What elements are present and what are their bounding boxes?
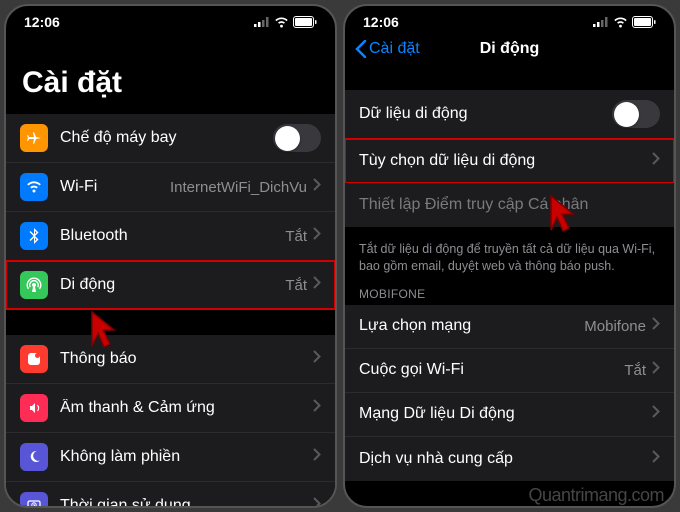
- wifi-label: Wi-Fi: [60, 178, 170, 196]
- chevron-icon: [313, 448, 321, 466]
- cellular-options-label: Tùy chọn dữ liệu di động: [359, 152, 652, 170]
- chevron-icon: [652, 317, 660, 335]
- notifications-icon: [20, 345, 48, 373]
- chevron-icon: [313, 227, 321, 245]
- chevron-icon: [313, 276, 321, 294]
- row-carrier-services[interactable]: Dịch vụ nhà cung cấp: [345, 437, 674, 481]
- back-label: Cài đặt: [369, 40, 420, 58]
- sound-icon: [20, 394, 48, 422]
- wifi-value: InternetWiFi_DichVu: [170, 179, 307, 196]
- settings-group-general: Thông báo Âm thanh & Cảm ứng Không làm p…: [6, 335, 335, 508]
- chevron-icon: [313, 178, 321, 196]
- carrier-value: Mobifone: [584, 318, 646, 335]
- airplane-icon: [20, 124, 48, 152]
- chevron-icon: [652, 361, 660, 379]
- dnd-icon: [20, 443, 48, 471]
- airplane-toggle[interactable]: [273, 124, 321, 152]
- cellular-icon: [20, 271, 48, 299]
- bluetooth-value: Tắt: [285, 228, 307, 245]
- status-bar: 12:06: [6, 6, 335, 34]
- cellular-label: Di động: [60, 276, 285, 294]
- row-wifi[interactable]: Wi-Fi InternetWiFi_DichVu: [6, 163, 335, 212]
- carrier-label: Lựa chọn mạng: [359, 317, 584, 335]
- wifi-icon: [274, 17, 289, 28]
- chevron-icon: [313, 350, 321, 368]
- phone-right: 12:06 Cài đặt Di động Dữ liệu di động Tù…: [343, 4, 676, 508]
- sound-label: Âm thanh & Cảm ứng: [60, 399, 313, 417]
- row-dnd[interactable]: Không làm phiền: [6, 433, 335, 482]
- row-carrier[interactable]: Lựa chọn mạng Mobifone: [345, 305, 674, 349]
- row-cellular-options[interactable]: Tùy chọn dữ liệu di động: [345, 139, 674, 183]
- bluetooth-label: Bluetooth: [60, 227, 285, 245]
- cellular-group-main: Dữ liệu di động Tùy chọn dữ liệu di động…: [345, 90, 674, 227]
- row-cellular-data[interactable]: Dữ liệu di động: [345, 90, 674, 139]
- chevron-icon: [652, 450, 660, 468]
- row-screentime[interactable]: Thời gian sử dụng: [6, 482, 335, 508]
- battery-icon: [632, 16, 656, 28]
- cellular-data-label: Dữ liệu di động: [359, 105, 612, 123]
- airplane-label: Chế độ máy bay: [60, 129, 273, 147]
- screentime-icon: [20, 492, 48, 508]
- status-bar: 12:06: [345, 6, 674, 34]
- carrier-header: MOBIFONE: [345, 281, 674, 305]
- cellular-group-carrier: Lựa chọn mạng Mobifone Cuộc gọi Wi-Fi Tắ…: [345, 305, 674, 481]
- chevron-icon: [652, 152, 660, 170]
- row-wifi-calling[interactable]: Cuộc gọi Wi-Fi Tắt: [345, 349, 674, 393]
- chevron-icon: [652, 405, 660, 423]
- row-notifications[interactable]: Thông báo: [6, 335, 335, 384]
- chevron-icon: [313, 497, 321, 508]
- phone-left: 12:06 Cài đặt Chế độ máy bay Wi-Fi Inter…: [4, 4, 337, 508]
- screentime-label: Thời gian sử dụng: [60, 497, 313, 508]
- battery-icon: [293, 16, 317, 28]
- wifi-icon: [613, 17, 628, 28]
- carrier-services-label: Dịch vụ nhà cung cấp: [359, 450, 652, 468]
- signal-icon: [254, 17, 270, 27]
- wifi-calling-label: Cuộc gọi Wi-Fi: [359, 361, 624, 379]
- hotspot-label: Thiết lập Điểm truy cập Cá nhân: [359, 196, 660, 214]
- back-button[interactable]: Cài đặt: [355, 40, 420, 58]
- wifi-calling-value: Tắt: [624, 362, 646, 379]
- page-title: Cài đặt: [6, 34, 335, 114]
- nav-header: Cài đặt Di động: [345, 34, 674, 68]
- row-bluetooth[interactable]: Bluetooth Tắt: [6, 212, 335, 261]
- group-footer: Tắt dữ liệu di động để truyền tất cả dữ …: [345, 235, 674, 281]
- row-airplane[interactable]: Chế độ máy bay: [6, 114, 335, 163]
- cellular-data-toggle[interactable]: [612, 100, 660, 128]
- notifications-label: Thông báo: [60, 350, 313, 368]
- row-cellular-network[interactable]: Mạng Dữ liệu Di động: [345, 393, 674, 437]
- settings-group-connectivity: Chế độ máy bay Wi-Fi InternetWiFi_DichVu…: [6, 114, 335, 309]
- cellular-value: Tắt: [285, 277, 307, 294]
- status-time: 12:06: [24, 14, 60, 30]
- status-time: 12:06: [363, 14, 399, 30]
- row-hotspot: Thiết lập Điểm truy cập Cá nhân: [345, 183, 674, 227]
- cellular-network-label: Mạng Dữ liệu Di động: [359, 405, 652, 423]
- chevron-icon: [313, 399, 321, 417]
- wifi-icon-box: [20, 173, 48, 201]
- row-sound[interactable]: Âm thanh & Cảm ứng: [6, 384, 335, 433]
- dnd-label: Không làm phiền: [60, 448, 313, 466]
- row-cellular[interactable]: Di động Tắt: [6, 261, 335, 309]
- bluetooth-icon: [20, 222, 48, 250]
- nav-title: Di động: [480, 40, 540, 58]
- signal-icon: [593, 17, 609, 27]
